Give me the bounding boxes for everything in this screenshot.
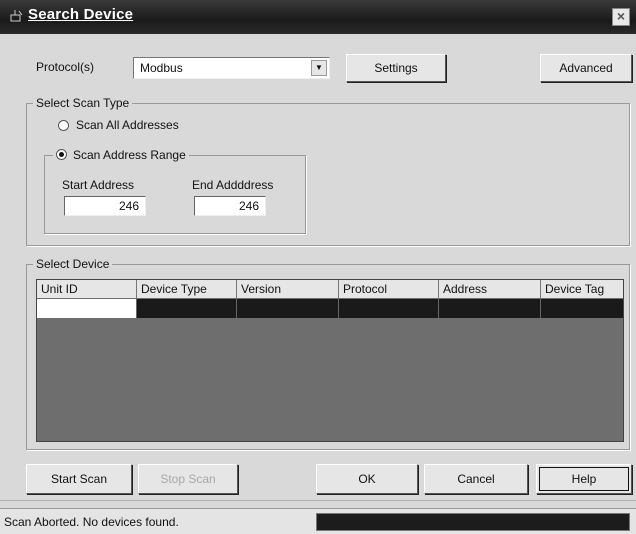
column-header-version[interactable]: Version [237, 280, 339, 298]
device-table[interactable]: Unit ID Device Type Version Protocol Add… [36, 279, 624, 442]
cell-address[interactable] [439, 299, 541, 318]
scan-progress-bar [316, 513, 630, 531]
cell-device-tag[interactable] [541, 299, 623, 318]
end-address-input[interactable]: 246 [194, 196, 266, 216]
select-device-group-title: Select Device [33, 257, 113, 271]
protocol-select[interactable]: Modbus ▼ [133, 57, 330, 79]
cell-device-type[interactable] [137, 299, 237, 318]
column-header-device-tag[interactable]: Device Tag [541, 280, 623, 298]
advanced-button[interactable]: Advanced [540, 54, 632, 82]
title-bar[interactable]: Search Device × [0, 0, 636, 34]
scan-all-radio[interactable] [58, 120, 69, 131]
scan-range-radio[interactable] [56, 149, 67, 160]
start-address-label: Start Address [62, 178, 135, 192]
scan-range-label[interactable]: Scan Address Range [53, 148, 189, 162]
chevron-down-icon[interactable]: ▼ [311, 60, 327, 76]
cell-unit-id[interactable] [37, 299, 137, 318]
column-header-protocol[interactable]: Protocol [339, 280, 439, 298]
divider [0, 500, 636, 501]
end-address-label: End Addddress [192, 178, 274, 192]
column-header-address[interactable]: Address [439, 280, 541, 298]
scan-all-label[interactable]: Scan All Addresses [76, 118, 179, 132]
device-table-header: Unit ID Device Type Version Protocol Add… [37, 280, 623, 298]
help-button[interactable]: Help [536, 464, 632, 494]
close-button[interactable]: × [612, 8, 630, 26]
address-range-group: Scan Address Range [44, 148, 306, 234]
status-bar: Scan Aborted. No devices found. [0, 508, 636, 534]
search-device-icon [10, 10, 23, 22]
start-scan-button[interactable]: Start Scan [26, 464, 132, 494]
settings-button[interactable]: Settings [346, 54, 446, 82]
window-title: Search Device [28, 6, 134, 23]
search-device-dialog: Search Device × Protocol(s) Modbus ▼ Set… [0, 0, 636, 534]
table-row[interactable] [37, 299, 623, 318]
start-address-input[interactable]: 246 [64, 196, 146, 216]
ok-button[interactable]: OK [316, 464, 418, 494]
status-message: Scan Aborted. No devices found. [4, 515, 179, 529]
column-header-unit-id[interactable]: Unit ID [37, 280, 137, 298]
stop-scan-button[interactable]: Stop Scan [138, 464, 238, 494]
cancel-button[interactable]: Cancel [424, 464, 528, 494]
protocol-label: Protocol(s) [36, 60, 95, 74]
scan-type-group-title: Select Scan Type [33, 96, 133, 110]
protocol-selected-value: Modbus [140, 61, 183, 75]
cell-protocol[interactable] [339, 299, 439, 318]
column-header-device-type[interactable]: Device Type [137, 280, 237, 298]
cell-version[interactable] [237, 299, 339, 318]
